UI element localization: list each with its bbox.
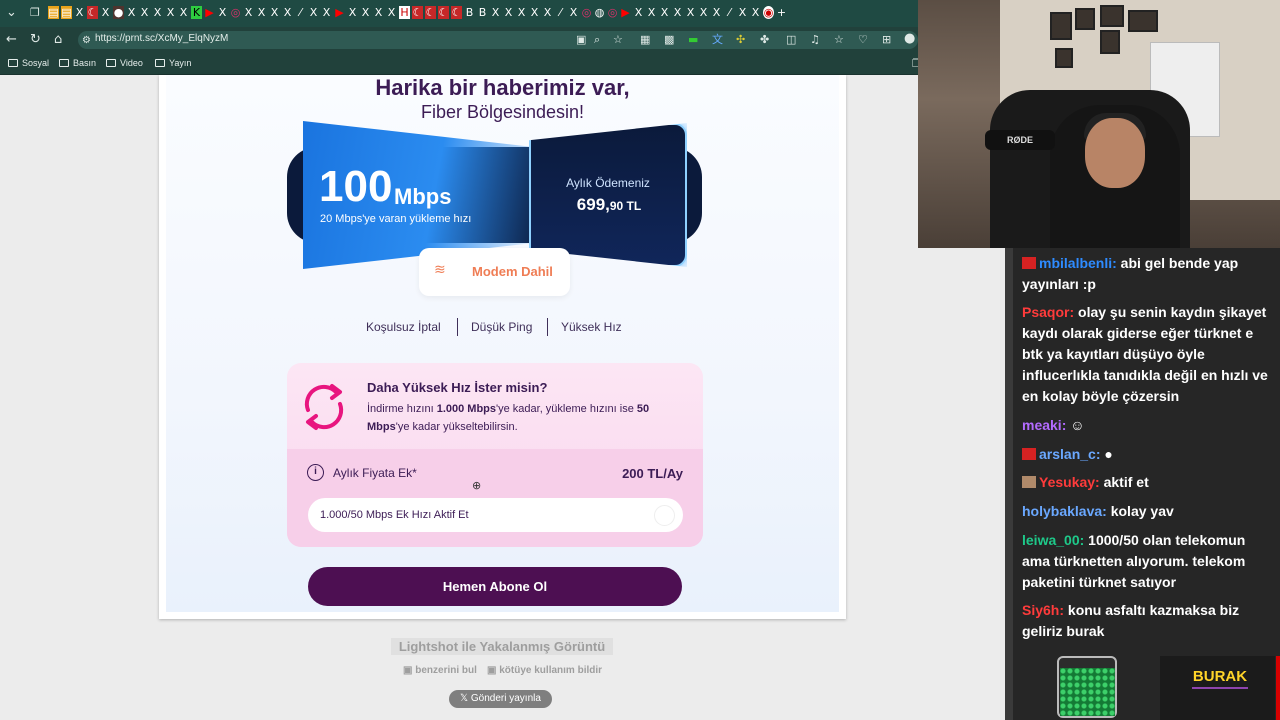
folder-icon xyxy=(8,59,18,67)
divider xyxy=(547,318,548,336)
camera-icon: ▣ xyxy=(403,665,413,676)
favorites-icon[interactable]: ☆ xyxy=(834,33,844,47)
wall-photo xyxy=(1050,12,1072,40)
post-on-x-button[interactable]: 𝕏 Gönderi yayınla xyxy=(449,690,552,708)
extra-fee-value: 200 TL/Ay xyxy=(622,466,683,481)
feature-ping: Düşük Ping xyxy=(471,320,533,334)
streamer-name: BURAK xyxy=(1192,668,1248,685)
bookmark-star-icon[interactable]: ☆ xyxy=(613,33,623,47)
media-icon[interactable]: ♫ xyxy=(810,33,820,47)
name-underline xyxy=(1192,687,1248,689)
avatar[interactable]: ● xyxy=(904,32,915,46)
extension-icon[interactable]: ✣ xyxy=(736,33,745,47)
headline: Harika bir haberimiz var, xyxy=(375,75,630,100)
price-value: 699,90 TL xyxy=(576,195,642,214)
badge-icon xyxy=(1022,448,1036,460)
tab-menu-icon[interactable]: ⌄ xyxy=(6,6,17,20)
toggle-label: 1.000/50 Mbps Ek Hızı Aktif Et xyxy=(320,509,469,521)
feature-speed: Yüksek Hız xyxy=(561,320,622,334)
feature-cancel: Koşulsuz İptal xyxy=(366,320,441,334)
zoom-icon[interactable]: ⌕ xyxy=(594,33,600,47)
chat-message: arslan_c: ● xyxy=(1022,444,1274,465)
x-logo-icon: 𝕏 xyxy=(460,693,469,704)
bookmark-yayin[interactable]: Yayın xyxy=(155,58,191,68)
badge-icon xyxy=(1022,476,1036,488)
extension-icon[interactable]: ▦ xyxy=(640,33,650,47)
bookmark-video[interactable]: Video xyxy=(106,58,143,68)
extensions-puzzle-icon[interactable]: ✤ xyxy=(760,33,769,47)
upload-speed-text: 20 Mbps'ye varan yükleme hızı xyxy=(320,213,472,225)
jar-fill xyxy=(1060,668,1115,716)
bookmark-sosyal[interactable]: Sosyal xyxy=(8,58,49,68)
chat-message: holybaklava: kolay yav xyxy=(1022,503,1174,519)
badge-icon xyxy=(1022,257,1036,269)
bookmark-basin[interactable]: Basın xyxy=(59,58,96,68)
chat-message: Siy6h: konu asfaltı kazmaksa biz geliriz… xyxy=(1022,602,1240,639)
extension-icon[interactable]: ▬ xyxy=(688,33,698,47)
emote-icon: ● xyxy=(1104,446,1113,462)
wall-photo xyxy=(1100,5,1124,27)
wall-photo xyxy=(1128,10,1158,32)
tab-bar: ⌄ ❐ ▤ ▤ X ☾ X ● X X X X X K ▶ X ◎ X X X X ⁄ X X ▶ X X X X H ☾ ☾ ☾ ☾ B B X X… xyxy=(0,0,918,27)
chat-message: leiwa_00: 1000/50 olan telekomun ama tür… xyxy=(1022,532,1246,590)
upgrade-description: İndirme hızını 1.000 Mbps'ye kadar, yükl… xyxy=(367,403,650,433)
divider xyxy=(457,318,458,336)
chat-scrollbar[interactable] xyxy=(1005,248,1013,720)
chat-message: mbilalbenli: abi gel bende yap yayınları… xyxy=(1022,255,1239,292)
screenshot-icon[interactable]: ⊞ xyxy=(882,33,891,47)
url-text: https://prnt.sc/XcMy_ElqNyzM xyxy=(95,33,229,44)
find-similar-link[interactable]: ▣ benzerini bul xyxy=(403,665,477,676)
translate-icon[interactable]: ▣ xyxy=(576,33,586,47)
upgrade-arrows-icon xyxy=(304,384,344,430)
overlay-accent xyxy=(1276,656,1280,720)
tab-strip[interactable]: ▤ ▤ X ☾ X ● X X X X X K ▶ X ◎ X X X X ⁄ X X ▶ X X X X H ☾ ☾ ☾ ☾ B B X X X X X ⁄… xyxy=(48,6,787,22)
folder-icon xyxy=(106,59,116,67)
modem-label: Modem Dahil xyxy=(472,264,553,279)
emote-icon: ☺ xyxy=(1070,417,1085,433)
router-icon: ≋ xyxy=(434,262,446,278)
subheadline: Fiber Bölgesindesin! xyxy=(420,102,585,122)
site-info-icon[interactable]: ⚙ xyxy=(82,34,91,48)
flag-icon: ▣ xyxy=(487,665,497,676)
back-icon[interactable]: ← xyxy=(6,33,17,47)
wall-photo xyxy=(1100,30,1120,54)
chat-message: Psaqor: olay şu senin kaydın şikayet kay… xyxy=(1022,304,1268,404)
reload-icon[interactable]: ↻ xyxy=(30,33,41,47)
wall-photo xyxy=(1055,48,1073,68)
home-icon[interactable]: ⌂ xyxy=(54,33,62,47)
folder-icon xyxy=(59,59,69,67)
folder-icon xyxy=(155,59,165,67)
lightshot-title: Lightshot ile Yakalanmış Görüntü xyxy=(391,638,613,655)
speed-unit: Mbps xyxy=(394,184,452,209)
info-icon[interactable]: i xyxy=(307,464,324,481)
subscribe-button[interactable]: Hemen Abone Ol xyxy=(308,567,682,606)
collections-icon[interactable]: ♡ xyxy=(858,33,868,47)
chat-message: Yesukay: aktif et xyxy=(1022,472,1274,493)
speed-value: 100 xyxy=(319,162,393,211)
microphone: RØDE xyxy=(985,130,1055,150)
upgrade-title: Daha Yüksek Hız İster misin? xyxy=(367,380,548,395)
report-abuse-link[interactable]: ▣ kötüye kullanım bildir xyxy=(487,665,602,676)
streamer-head xyxy=(1085,118,1145,188)
extra-fee-label: Aylık Fiyata Ek* xyxy=(333,466,417,480)
extension-icon[interactable]: 文 xyxy=(712,33,723,47)
toggle-switch[interactable] xyxy=(654,505,675,526)
price-label: Aylık Ödemeniz xyxy=(566,176,650,190)
sidebar-icon[interactable]: ◫ xyxy=(786,33,796,47)
extension-icon[interactable]: ▩ xyxy=(664,33,674,47)
workspaces-icon[interactable]: ❐ xyxy=(30,6,40,20)
cursor-icon: ⊕ xyxy=(472,479,482,492)
chat-message: meaki: ☺ xyxy=(1022,417,1085,433)
wall-photo xyxy=(1075,8,1095,30)
